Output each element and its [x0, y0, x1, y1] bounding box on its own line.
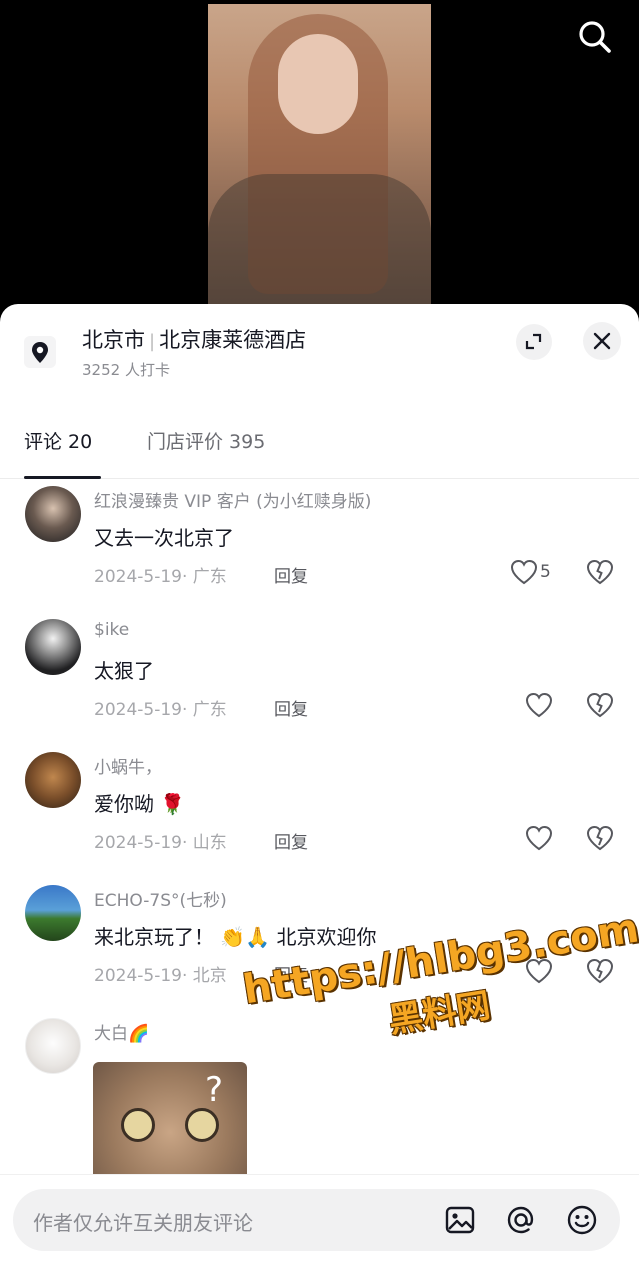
- location-city: 北京市: [82, 328, 145, 352]
- comment-region: 北京: [192, 966, 227, 986]
- emoji-icon[interactable]: [565, 1203, 599, 1237]
- tab-store-reviews[interactable]: 门店评价 395: [147, 427, 265, 454]
- comment-date: 2024-5-19: [94, 966, 182, 986]
- comment-date: 2024-5-19: [94, 700, 182, 720]
- search-icon[interactable]: [574, 16, 616, 58]
- comment-meta: 2024-5-19· 山东: [94, 833, 227, 853]
- title-separator: |: [149, 331, 156, 352]
- heart-icon[interactable]: [524, 823, 554, 853]
- video-area: [0, 0, 639, 320]
- heart-icon[interactable]: [524, 690, 554, 720]
- avatar[interactable]: [25, 752, 81, 808]
- comment-region: 广东: [192, 567, 227, 587]
- comment-date: 2024-5-19: [94, 833, 182, 853]
- expand-button[interactable]: [516, 324, 552, 360]
- comment-text: 太狠了: [94, 659, 154, 683]
- video-figure-face: [278, 34, 358, 134]
- avatar[interactable]: [25, 486, 81, 542]
- like-count: 5: [540, 562, 551, 582]
- heart-icon[interactable]: [509, 557, 539, 587]
- avatar[interactable]: [25, 1018, 81, 1074]
- comment-meta: 2024-5-19· 北京: [94, 966, 227, 986]
- sticker-question-mark: ?: [205, 1070, 224, 1110]
- comment-sheet: 北京市 | 北京康莱德酒店 3252 人打卡 评论 20 门店评价 395 红浪漫臻…: [0, 304, 639, 1280]
- video-figure-body: [208, 174, 431, 304]
- comment-region: 广东: [192, 700, 227, 720]
- reply-button[interactable]: 回复: [274, 828, 308, 853]
- broken-heart-icon[interactable]: [585, 557, 615, 587]
- comment-text: 爱你呦 🌹: [94, 792, 186, 816]
- avatar[interactable]: [25, 885, 81, 941]
- comment-username[interactable]: $ike: [94, 620, 129, 640]
- comment-username[interactable]: ECHO-7S°(七秒): [94, 886, 227, 911]
- video-thumbnail[interactable]: [208, 4, 431, 304]
- at-icon[interactable]: [504, 1203, 538, 1237]
- broken-heart-icon[interactable]: [585, 823, 615, 853]
- close-icon: [593, 332, 611, 350]
- tab-bar: 评论 20 门店评价 395: [0, 419, 639, 479]
- checkin-count: 3252 人打卡: [82, 361, 170, 379]
- comment-sticker-image[interactable]: ?: [93, 1062, 247, 1190]
- comment-input-placeholder: 作者仅允许互关朋友评论: [33, 1211, 253, 1235]
- sticker-cat-eye: [121, 1108, 155, 1142]
- comment-input-bar: 作者仅允许互关朋友评论: [0, 1174, 639, 1280]
- sticker-cat-eye: [185, 1108, 219, 1142]
- comment-username[interactable]: 小蜗牛，: [94, 753, 162, 778]
- avatar[interactable]: [25, 619, 81, 675]
- comment-username[interactable]: 红浪漫臻贵 VIP 客户 (为小红赎身版): [94, 487, 371, 512]
- location-place: 北京康莱德酒店: [159, 328, 307, 352]
- broken-heart-icon[interactable]: [585, 690, 615, 720]
- comment-text: 来北京玩了！ 👏🙏 北京欢迎你: [94, 925, 377, 949]
- tab-comments[interactable]: 评论 20: [24, 427, 92, 454]
- location-pin-icon: [24, 336, 56, 368]
- active-tab-indicator: [24, 476, 101, 479]
- location-header: 北京市 | 北京康莱德酒店 3252 人打卡: [0, 304, 639, 396]
- comment-input[interactable]: 作者仅允许互关朋友评论: [13, 1189, 620, 1251]
- comment-username[interactable]: 大白🌈: [94, 1019, 149, 1044]
- reply-button[interactable]: 回复: [274, 695, 308, 720]
- image-icon[interactable]: [443, 1203, 477, 1237]
- location-title[interactable]: 北京市 | 北京康莱德酒店: [82, 324, 306, 354]
- comment-region: 山东: [192, 833, 227, 853]
- close-button[interactable]: [583, 322, 621, 360]
- reply-button[interactable]: 回复: [274, 562, 308, 587]
- comment-date: 2024-5-19: [94, 567, 182, 587]
- expand-icon: [525, 333, 542, 350]
- comment-text: 又去一次北京了: [94, 526, 234, 550]
- comment-meta: 2024-5-19· 广东: [94, 567, 227, 587]
- comment-meta: 2024-5-19· 广东: [94, 700, 227, 720]
